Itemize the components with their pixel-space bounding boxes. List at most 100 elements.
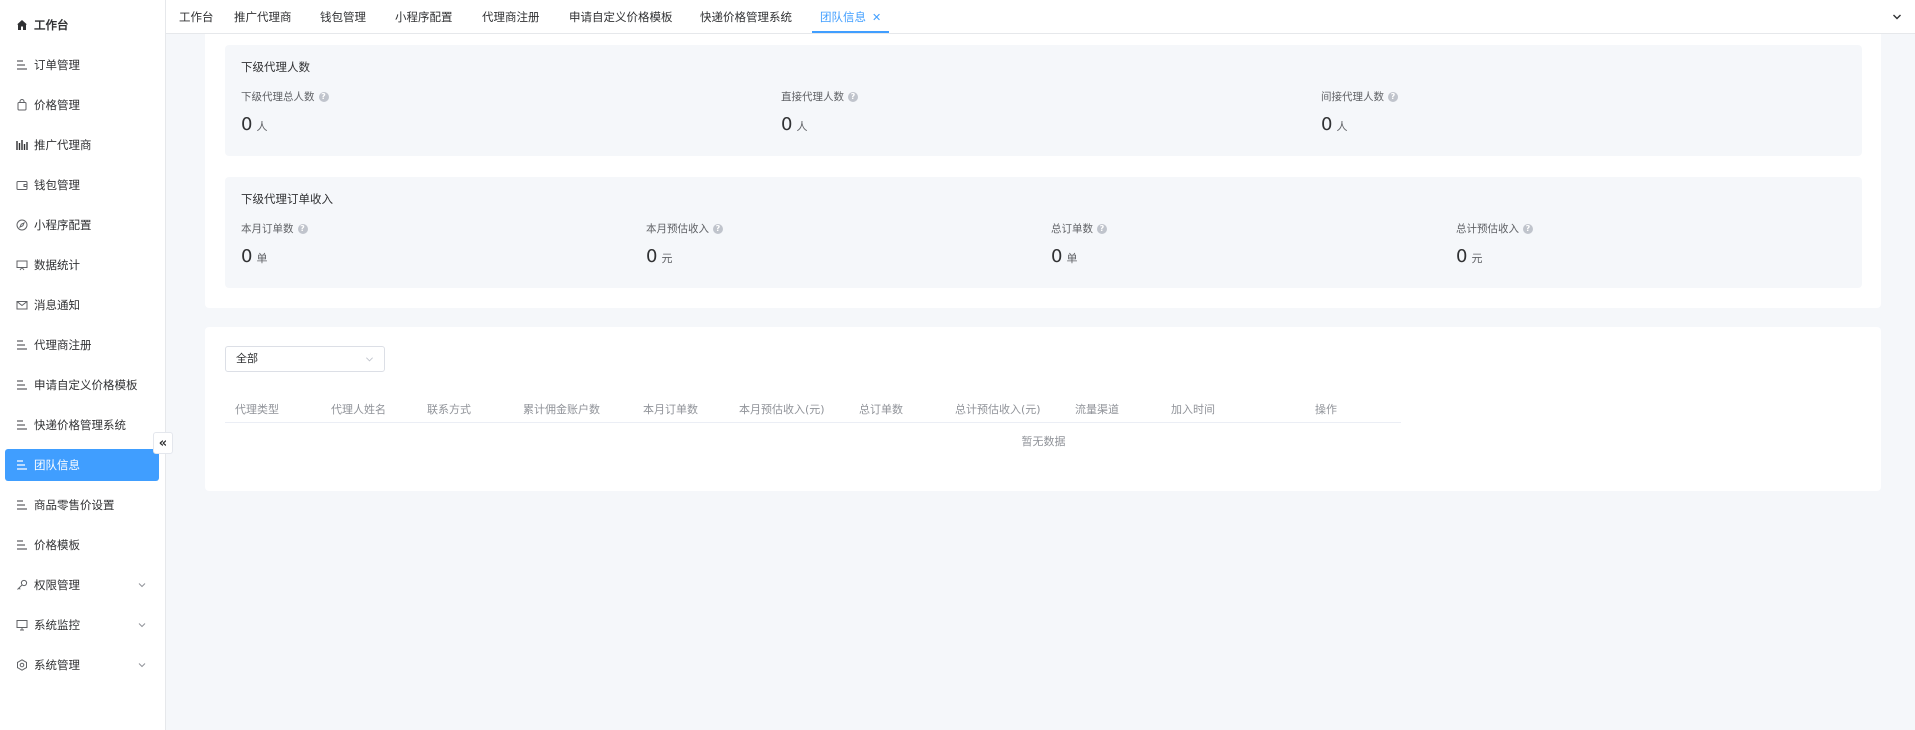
empty-state: 暂无数据 bbox=[1021, 435, 1066, 448]
stats-card: 下级代理人数 下级代理总人数? 0人 直接代理人数? 0人 间接代理人数? 0人… bbox=[205, 34, 1881, 308]
column-header[interactable]: 本月订单数 bbox=[643, 397, 698, 423]
stat-unit: 元 bbox=[661, 252, 673, 265]
agents-panel: 下级代理人数 下级代理总人数? 0人 直接代理人数? 0人 间接代理人数? 0人 bbox=[225, 45, 1862, 156]
panel-title: 下级代理订单收入 bbox=[241, 192, 333, 206]
sidebar-item-orders[interactable]: 订单管理 bbox=[5, 49, 159, 81]
tab-promo-agents[interactable]: 推广代理商 bbox=[234, 0, 292, 34]
main-content: 下级代理人数 下级代理总人数? 0人 直接代理人数? 0人 间接代理人数? 0人… bbox=[186, 34, 1881, 730]
sidebar-item-custom-price-template[interactable]: 申请自定义价格模板 bbox=[5, 369, 159, 401]
list-icon bbox=[16, 59, 28, 71]
select-value: 全部 bbox=[236, 352, 258, 365]
tab-team-info[interactable]: 团队信息 ✕ bbox=[812, 0, 890, 33]
help-icon[interactable]: ? bbox=[1388, 91, 1398, 102]
help-icon[interactable]: ? bbox=[1523, 223, 1533, 234]
sidebar-item-team-info[interactable]: 团队信息 bbox=[5, 449, 159, 481]
sidebar-item-label: 工作台 bbox=[34, 18, 69, 32]
sidebar-item-system-monitor[interactable]: 系统监控 bbox=[5, 609, 159, 641]
tab-agent-register[interactable]: 代理商注册 bbox=[482, 0, 540, 34]
sidebar-item-price-template[interactable]: 价格模板 bbox=[5, 529, 159, 561]
column-header[interactable]: 操作 bbox=[1315, 397, 1337, 423]
tab-label: 申请自定义价格模板 bbox=[569, 10, 673, 24]
sidebar-item-miniprogram[interactable]: 小程序配置 bbox=[5, 209, 159, 241]
mail-icon bbox=[16, 299, 28, 311]
tab-wallet[interactable]: 钱包管理 bbox=[320, 0, 366, 34]
tab-miniprogram[interactable]: 小程序配置 bbox=[395, 0, 453, 34]
stat-label: 间接代理人数 bbox=[1321, 91, 1384, 103]
stat-total-income: 总计预估收入? 0元 bbox=[1456, 221, 1533, 267]
agent-type-select[interactable]: 全部 bbox=[225, 346, 385, 372]
sidebar: 工作台 订单管理 价格管理 推广代理商 钱包管理 小程序配置 数据统计 消息通知… bbox=[0, 0, 166, 730]
sidebar-item-messages[interactable]: 消息通知 bbox=[5, 289, 159, 321]
column-header[interactable]: 总计预估收入(元) bbox=[955, 397, 1041, 423]
stat-value: 0 bbox=[1051, 246, 1063, 267]
sidebar-item-statistics[interactable]: 数据统计 bbox=[5, 249, 159, 281]
stat-label: 本月订单数 bbox=[241, 223, 294, 235]
sidebar-item-label: 价格管理 bbox=[34, 98, 80, 112]
help-icon[interactable]: ? bbox=[713, 223, 723, 234]
list-icon bbox=[16, 499, 28, 511]
help-icon[interactable]: ? bbox=[848, 91, 858, 102]
tab-label: 推广代理商 bbox=[234, 10, 292, 24]
help-icon[interactable]: ? bbox=[318, 91, 329, 102]
sidebar-item-promo-agents[interactable]: 推广代理商 bbox=[5, 129, 159, 161]
sidebar-item-label: 权限管理 bbox=[34, 578, 80, 592]
column-header[interactable]: 流量渠道 bbox=[1075, 397, 1119, 423]
sidebar-item-agent-register[interactable]: 代理商注册 bbox=[5, 329, 159, 361]
sidebar-item-retail-price[interactable]: 商品零售价设置 bbox=[5, 489, 159, 521]
chevron-down-icon bbox=[138, 623, 146, 628]
sidebar-item-wallet[interactable]: 钱包管理 bbox=[5, 169, 159, 201]
stat-unit: 单 bbox=[1066, 252, 1078, 265]
sidebar-item-workbench[interactable]: 工作台 bbox=[5, 9, 159, 41]
stat-month-orders: 本月订单数? 0单 bbox=[241, 221, 308, 267]
stat-label: 总计预估收入 bbox=[1456, 223, 1519, 235]
help-icon[interactable]: ? bbox=[297, 223, 308, 234]
sidebar-item-label: 申请自定义价格模板 bbox=[34, 378, 138, 392]
sidebar-item-label: 消息通知 bbox=[34, 298, 80, 312]
chevron-down-icon bbox=[366, 357, 373, 362]
sidebar-item-label: 价格模板 bbox=[34, 538, 80, 552]
tab-label: 快递价格管理系统 bbox=[700, 10, 792, 24]
sidebar-item-label: 代理商注册 bbox=[34, 338, 92, 352]
sidebar-item-price[interactable]: 价格管理 bbox=[5, 89, 159, 121]
panel-title: 下级代理人数 bbox=[241, 60, 310, 74]
sidebar-item-label: 数据统计 bbox=[34, 258, 80, 272]
stat-value: 0 bbox=[1321, 114, 1333, 135]
sidebar-item-label: 订单管理 bbox=[34, 58, 80, 72]
list-icon bbox=[16, 339, 28, 351]
stat-unit: 人 bbox=[1336, 120, 1348, 133]
stat-unit: 单 bbox=[256, 252, 268, 265]
column-header[interactable]: 代理人姓名 bbox=[331, 397, 386, 423]
list-icon bbox=[16, 539, 28, 551]
table-header: 代理类型 代理人姓名 联系方式 累计佣金账户数 本月订单数 本月预估收入(元) … bbox=[225, 397, 1401, 423]
bag-icon bbox=[16, 99, 28, 111]
tab-custom-price-template[interactable]: 申请自定义价格模板 bbox=[569, 0, 673, 34]
stat-unit: 人 bbox=[796, 120, 808, 133]
sidebar-item-label: 快递价格管理系统 bbox=[34, 418, 126, 432]
tab-express-price-system[interactable]: 快递价格管理系统 bbox=[700, 0, 792, 34]
help-icon[interactable]: ? bbox=[1097, 223, 1107, 234]
monitor-icon bbox=[16, 259, 28, 271]
sidebar-item-express-price-system[interactable]: 快递价格管理系统 bbox=[5, 409, 159, 441]
close-icon[interactable]: ✕ bbox=[872, 11, 881, 24]
column-header[interactable]: 联系方式 bbox=[427, 397, 471, 423]
chevron-down-icon bbox=[138, 663, 146, 668]
stat-value: 0 bbox=[781, 114, 793, 135]
settings-icon bbox=[16, 659, 28, 671]
column-header[interactable]: 本月预估收入(元) bbox=[739, 397, 825, 423]
stat-indirect-agents: 间接代理人数? 0人 bbox=[1321, 89, 1398, 135]
column-header[interactable]: 代理类型 bbox=[235, 397, 279, 423]
sidebar-item-label: 钱包管理 bbox=[34, 178, 80, 192]
tab-workbench[interactable]: 工作台 bbox=[179, 0, 214, 34]
sidebar-item-label: 推广代理商 bbox=[34, 138, 92, 152]
chevron-down-icon[interactable] bbox=[1891, 11, 1903, 23]
stat-label: 总订单数 bbox=[1051, 223, 1093, 235]
sidebar-item-label: 系统监控 bbox=[34, 618, 80, 632]
stat-month-income: 本月预估收入? 0元 bbox=[646, 221, 723, 267]
column-header[interactable]: 总订单数 bbox=[859, 397, 903, 423]
column-header[interactable]: 累计佣金账户数 bbox=[523, 397, 600, 423]
sidebar-collapse-button[interactable]: « bbox=[153, 432, 173, 454]
key-icon bbox=[16, 579, 28, 591]
sidebar-item-system-settings[interactable]: 系统管理 bbox=[5, 649, 159, 681]
sidebar-item-permissions[interactable]: 权限管理 bbox=[5, 569, 159, 601]
column-header[interactable]: 加入时间 bbox=[1171, 397, 1215, 423]
